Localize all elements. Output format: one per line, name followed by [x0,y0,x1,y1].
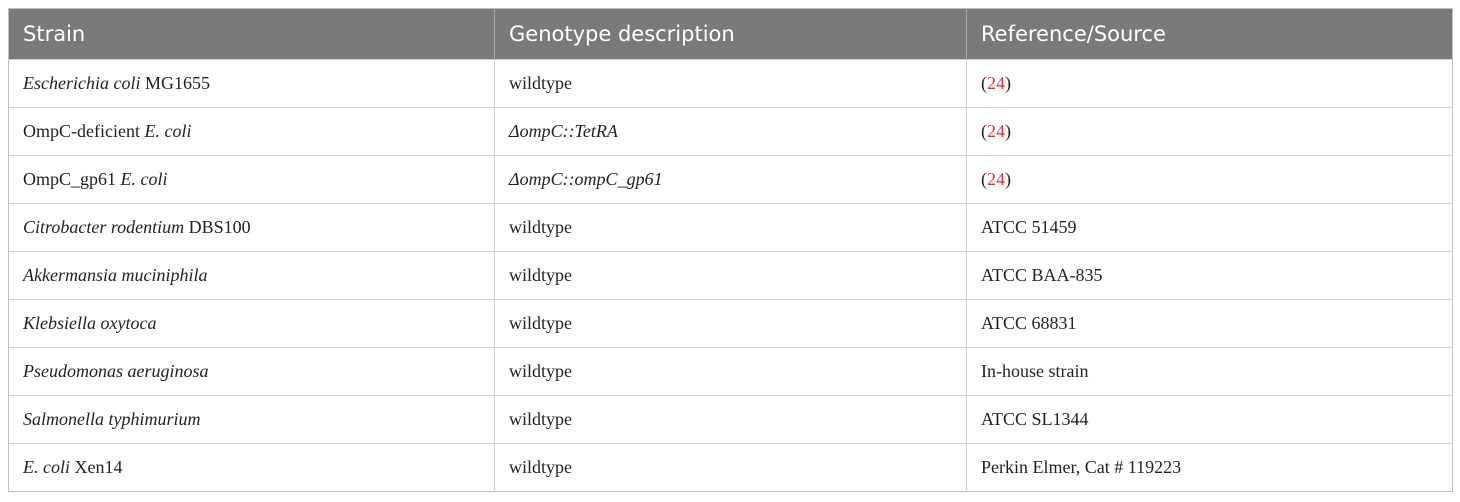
genotype-text: wildtype [509,313,572,333]
reference-link[interactable]: 24 [987,169,1005,189]
source-text: In-house strain [981,361,1089,381]
ref-close-paren: ) [1005,73,1011,93]
cell-reference: (24) [966,59,1453,108]
cell-strain: Akkermansia muciniphila [8,251,495,300]
strain-species-name: Akkermansia muciniphila [23,265,208,285]
cell-reference: ATCC BAA-835 [966,251,1453,300]
reference-link[interactable]: 24 [987,121,1005,141]
genotype-text: wildtype [509,73,572,93]
cell-genotype: wildtype [494,251,967,300]
cell-strain: Citrobacter rodentium DBS100 [8,203,495,252]
table-row: Klebsiella oxytoca wildtype ATCC 68831 [8,299,1453,348]
cell-strain: Pseudomonas aeruginosa [8,347,495,396]
strain-suffix: MG1655 [140,73,210,93]
reference-link[interactable]: 24 [987,73,1005,93]
cell-genotype: wildtype [494,59,967,108]
cell-strain: Escherichia coli MG1655 [8,59,495,108]
cell-genotype: wildtype [494,443,967,492]
strain-table: Strain Genotype description Reference/So… [8,8,1453,492]
cell-strain: OmpC-deficient E. coli [8,107,495,156]
table-row: Citrobacter rodentium DBS100 wildtype ATCC… [8,203,1453,252]
strain-species-name: Klebsiella oxytoca [23,313,157,333]
source-text: ATCC SL1344 [981,409,1089,429]
table-header: Strain Genotype description Reference/So… [8,8,1453,60]
ref-close-paren: ) [1005,169,1011,189]
genotype-text: wildtype [509,409,572,429]
cell-genotype: wildtype [494,395,967,444]
ref-close-paren: ) [1005,121,1011,141]
cell-reference: ATCC 51459 [966,203,1453,252]
cell-genotype: wildtype [494,347,967,396]
cell-strain: E. coli Xen14 [8,443,495,492]
cell-reference: ATCC 68831 [966,299,1453,348]
cell-genotype: ΔompC::TetRA [494,107,967,156]
cell-reference: Perkin Elmer, Cat # 119223 [966,443,1453,492]
table-row: OmpC-deficient E. coli ΔompC::TetRA (24) [8,107,1453,156]
genotype-text: wildtype [509,265,572,285]
strain-species-name: Escherichia coli [23,73,141,93]
cell-reference: (24) [966,107,1453,156]
strain-species-name: Citrobacter rodentium [23,217,185,237]
cell-reference: ATCC SL1344 [966,395,1453,444]
cell-genotype: ΔompC::ompC_gp61 [494,155,967,204]
genotype-text: ΔompC::ompC_gp61 [509,169,663,189]
table-row: OmpC_gp61 E. coli ΔompC::ompC_gp61 (24) [8,155,1453,204]
table-row: Salmonella typhimurium wildtype ATCC SL134… [8,395,1453,444]
source-text: Perkin Elmer, Cat # 119223 [981,457,1182,477]
cell-reference: (24) [966,155,1453,204]
genotype-text: wildtype [509,457,572,477]
source-text: ATCC 51459 [981,217,1077,237]
strain-suffix: DBS100 [184,217,251,237]
column-header-strain: Strain [8,8,495,60]
table-body: Escherichia coli MG1655 wildtype (24) OmpC-… [8,59,1453,492]
cell-genotype: wildtype [494,299,967,348]
header-row: Strain Genotype description Reference/So… [8,8,1453,60]
strain-species-name: E. coli [120,169,168,189]
strain-species-name: Salmonella typhimurium [23,409,201,429]
table-row: Pseudomonas aeruginosa wildtype In-house s… [8,347,1453,396]
cell-reference: In-house strain [966,347,1453,396]
genotype-text: ΔompC::TetRA [509,121,618,141]
strain-prefix: OmpC-deficient [23,121,145,141]
strain-prefix: OmpC_gp61 [23,169,121,189]
source-text: ATCC 68831 [981,313,1077,333]
strain-species-name: Pseudomonas aeruginosa [23,361,209,381]
column-header-reference: Reference/Source [966,8,1453,60]
genotype-text: wildtype [509,217,572,237]
source-text: ATCC BAA-835 [981,265,1103,285]
cell-strain: Klebsiella oxytoca [8,299,495,348]
cell-genotype: wildtype [494,203,967,252]
cell-strain: OmpC_gp61 E. coli [8,155,495,204]
genotype-text: wildtype [509,361,572,381]
strain-species-name: E. coli [144,121,192,141]
strain-species-name: E. coli [23,457,70,477]
column-header-genotype: Genotype description [494,8,967,60]
cell-strain: Salmonella typhimurium [8,395,495,444]
table-row: E. coli Xen14 wildtype Perkin Elmer, Cat #… [8,443,1453,492]
strain-suffix: Xen14 [70,457,123,477]
table-row: Escherichia coli MG1655 wildtype (24) [8,59,1453,108]
table-row: Akkermansia muciniphila wildtype ATCC BAA-… [8,251,1453,300]
